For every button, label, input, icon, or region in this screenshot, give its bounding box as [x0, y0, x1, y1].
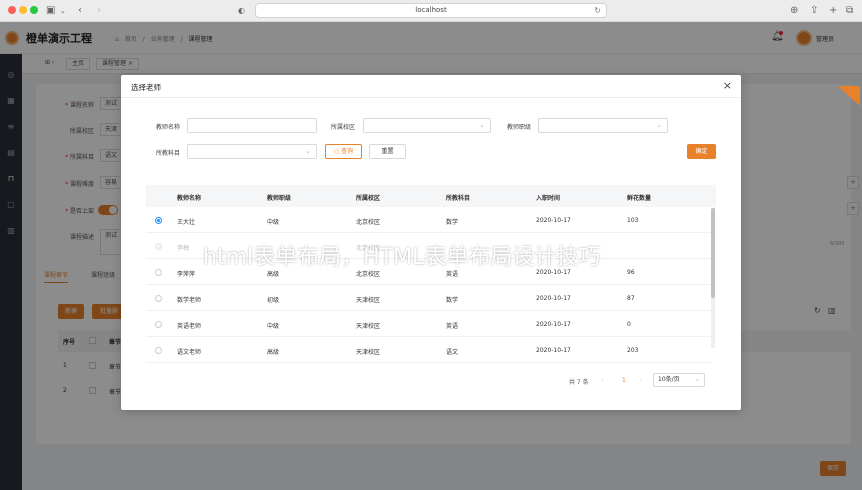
row-radio[interactable] [155, 269, 162, 276]
level-select[interactable]: ⌄ [538, 118, 668, 133]
teacher-name-input[interactable] [187, 118, 317, 133]
table-row[interactable]: 数学老师 初级 天津校区 数学 2020-10-17 87 [146, 285, 711, 311]
cell-subject: 数学 [446, 297, 459, 304]
pagination-total: 共 7 条 [569, 379, 589, 386]
page-number[interactable]: 1 [622, 377, 626, 384]
close-window-button[interactable] [8, 6, 16, 14]
cell-date: 2020-10-17 [536, 347, 571, 354]
chevron-down-icon[interactable]: ⌄ [60, 4, 66, 18]
tab-overview-icon[interactable]: ⧉ [846, 4, 853, 18]
prev-page-icon[interactable]: ‹ [601, 377, 603, 384]
cell-flowers: 0 [627, 321, 631, 328]
col-teacher-name: 教师名称 [177, 195, 202, 202]
table-row[interactable]: 王大壮 中级 北京校区 数学 2020-10-17 103 [146, 207, 711, 233]
cell-name: 李萍萍 [177, 271, 196, 278]
chevron-down-icon: ⌄ [479, 121, 485, 129]
col-flowers: 鲜花数量 [627, 195, 652, 202]
maximize-window-button[interactable] [30, 6, 38, 14]
cell-flowers: 203 [627, 347, 639, 354]
cell-flowers: 87 [627, 295, 635, 302]
row-radio[interactable] [155, 321, 162, 328]
col-school: 所属校区 [356, 195, 381, 202]
divider [121, 97, 741, 98]
teacher-name-label: 教师名称 [156, 124, 181, 131]
row-radio[interactable] [155, 295, 162, 302]
cell-school: 天津校区 [356, 323, 381, 330]
level-label: 教师职级 [507, 124, 532, 131]
school-select[interactable]: ⌄ [363, 118, 491, 133]
dialog-title: 选择老师 [131, 83, 161, 92]
cell-level: 高级 [267, 349, 280, 356]
cell-school: 天津校区 [356, 297, 381, 304]
browser-toolbar: ▣ ⌄ ‹ › ◐ localhost ↻ ⊕ ⇪ + ⧉ [0, 0, 862, 22]
row-radio [155, 243, 162, 250]
forward-icon[interactable]: › [97, 4, 101, 18]
cell-school: 天津校区 [356, 349, 381, 356]
col-subject: 所教科目 [446, 195, 471, 202]
cell-flowers: 96 [627, 269, 635, 276]
cell-flowers: 103 [627, 217, 639, 224]
table-row[interactable]: 语文老师 高级 天津校区 语文 2020-10-17 203 [146, 337, 711, 363]
sidebar-toggle-icon[interactable]: ▣ [46, 4, 55, 18]
address-bar[interactable]: localhost ↻ [255, 3, 607, 18]
shield-icon[interactable]: ◐ [238, 4, 245, 18]
table-scrollbar-thumb[interactable] [711, 208, 715, 298]
query-button[interactable]: ○ 查询 [325, 144, 362, 159]
reload-icon[interactable]: ↻ [594, 4, 601, 17]
school-label: 所属校区 [331, 124, 356, 131]
cell-level: 中级 [267, 219, 280, 226]
cell-date: 2020-10-17 [536, 321, 571, 328]
row-radio[interactable] [155, 347, 162, 354]
page-size-select[interactable]: 10条/页 ⌄ [653, 373, 705, 387]
chevron-down-icon: ⌄ [694, 376, 700, 383]
row-radio[interactable] [155, 217, 162, 224]
cell-name: 数学老师 [177, 297, 202, 304]
close-icon[interactable]: × [723, 79, 732, 92]
cell-date: 2020-10-17 [536, 295, 571, 302]
col-hire-date: 入职时间 [536, 195, 561, 202]
reset-button[interactable]: 重置 [369, 144, 406, 159]
chevron-down-icon: ⌄ [305, 147, 311, 155]
cell-school: 北京校区 [356, 219, 381, 226]
share-icon[interactable]: ⇪ [810, 4, 818, 18]
cell-name: 语文老师 [177, 349, 202, 356]
cell-name: 李梅 [177, 245, 190, 252]
url-text: localhost [415, 6, 447, 14]
back-icon[interactable]: ‹ [78, 4, 82, 18]
minimize-window-button[interactable] [19, 6, 27, 14]
confirm-button[interactable]: 确定 [687, 144, 716, 159]
watermark-text: html表单布局，HTML表单布局设计技巧 [203, 245, 601, 270]
cell-date: 2020-10-17 [536, 217, 571, 224]
chevron-down-icon: ⌄ [656, 121, 662, 129]
cell-name: 英语老师 [177, 323, 202, 330]
cell-name: 王大壮 [177, 219, 196, 226]
cell-level: 初级 [267, 297, 280, 304]
table-header: 教师名称 教师职级 所属校区 所教科目 入职时间 鲜花数量 [146, 185, 716, 207]
subject-select[interactable]: ⌄ [187, 144, 317, 159]
cell-subject: 数学 [446, 219, 459, 226]
cell-level: 中级 [267, 323, 280, 330]
cell-subject: 语文 [446, 349, 459, 356]
new-tab-icon[interactable]: + [829, 4, 837, 18]
next-page-icon[interactable]: › [640, 377, 642, 384]
table-row[interactable]: 英语老师 中级 天津校区 英语 2020-10-17 0 [146, 311, 711, 337]
search-icon: ○ [333, 148, 340, 155]
col-teacher-level: 教师职级 [267, 195, 292, 202]
subject-label: 所教科目 [156, 150, 181, 157]
cell-subject: 英语 [446, 323, 459, 330]
download-icon[interactable]: ⊕ [790, 4, 798, 18]
